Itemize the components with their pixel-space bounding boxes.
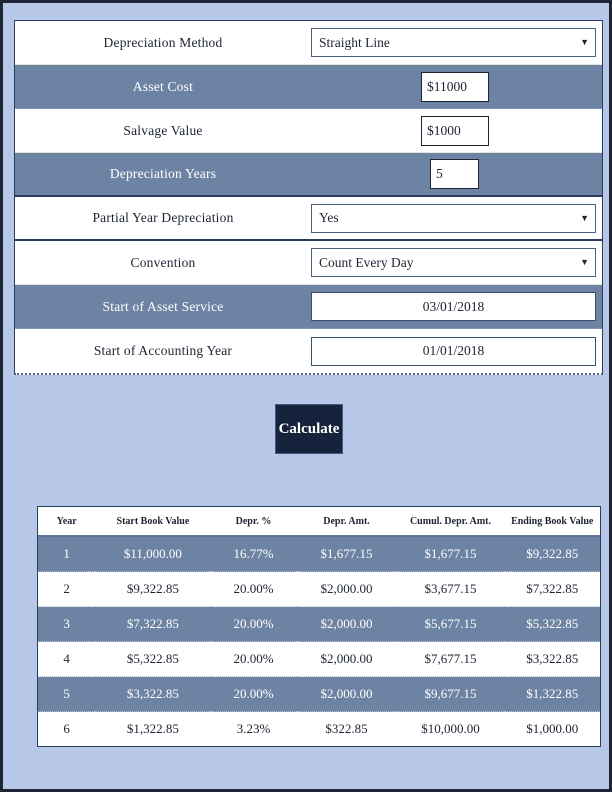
label-asset-cost: Asset Cost <box>132 78 194 94</box>
cell-start-book-value: $9,322.85 <box>95 571 211 607</box>
input-asset-cost[interactable]: $11000 <box>421 71 489 102</box>
chevron-down-icon: ▼ <box>580 257 589 267</box>
label-convention: Convention <box>130 254 196 270</box>
calculate-button[interactable]: Calculate <box>275 404 343 454</box>
chevron-down-icon: ▼ <box>580 37 589 47</box>
label-start-of-accounting-year: Start of Accounting Year <box>93 343 233 358</box>
column-header-depr-percent: Depr. % <box>210 507 297 537</box>
column-header-ending-book-value: Ending Book Value <box>504 507 600 537</box>
cell-depr-amount: $2,000.00 <box>296 676 397 712</box>
cell-start-book-value: $3,322.85 <box>95 676 211 712</box>
select-depreciation-method[interactable]: Straight Line ▼ <box>311 28 596 57</box>
cell-ending-book-value: $1,000.00 <box>504 711 600 746</box>
column-header-year: Year <box>38 507 96 537</box>
cell-start-book-value: $7,322.85 <box>95 606 211 642</box>
cell-year: 1 <box>38 536 96 572</box>
cell-year: 5 <box>38 676 96 712</box>
cell-depr-amount: $2,000.00 <box>296 606 397 642</box>
depreciation-schedule-table: Year Start Book Value Depr. % Depr. Amt.… <box>37 506 601 747</box>
cell-depr-percent: 16.77% <box>210 536 297 572</box>
form-row-depreciation-method: Depreciation Method Straight Line ▼ <box>15 21 602 65</box>
field-asset-cost: $11000 <box>311 71 602 102</box>
field-partial-year-depreciation: Yes ▼ <box>311 203 602 233</box>
table-header-row: Year Start Book Value Depr. % Depr. Amt.… <box>38 507 600 537</box>
cell-cumul-depr-amount: $3,677.15 <box>396 571 505 607</box>
column-header-cumul-depr-amount: Cumul. Depr. Amt. <box>396 507 505 537</box>
cell-ending-book-value: $5,322.85 <box>504 606 600 642</box>
table-row: 4 $5,322.85 20.00% $2,000.00 $7,677.15 $… <box>38 641 600 677</box>
table-row: 3 $7,322.85 20.00% $2,000.00 $5,677.15 $… <box>38 606 600 642</box>
table-head: Year Start Book Value Depr. % Depr. Amt.… <box>38 507 600 537</box>
table-row: 2 $9,322.85 20.00% $2,000.00 $3,677.15 $… <box>38 571 600 607</box>
cell-depr-amount: $2,000.00 <box>296 571 397 607</box>
table-row: 6 $1,322.85 3.23% $322.85 $10,000.00 $1,… <box>38 711 600 746</box>
cell-start-book-value: $1,322.85 <box>95 711 211 746</box>
cell-depr-amount: $322.85 <box>296 711 397 746</box>
table-body: 1 $11,000.00 16.77% $1,677.15 $1,677.15 … <box>38 536 600 746</box>
select-depreciation-method-value: Straight Line <box>319 34 390 50</box>
cell-start-book-value: $5,322.85 <box>95 641 211 677</box>
label-depreciation-method: Depreciation Method <box>103 34 223 50</box>
table-row: 5 $3,322.85 20.00% $2,000.00 $9,677.15 $… <box>38 676 600 712</box>
form-row-asset-cost: Asset Cost $11000 <box>15 65 602 109</box>
field-convention: Count Every Day ▼ <box>311 248 602 277</box>
cell-depr-amount: $2,000.00 <box>296 641 397 677</box>
input-salvage-value[interactable]: $1000 <box>421 115 489 146</box>
input-start-of-asset-service[interactable]: 03/01/2018 <box>311 292 596 321</box>
cell-depr-percent: 20.00% <box>210 676 297 712</box>
cell-depr-percent: 20.00% <box>210 641 297 677</box>
form-row-start-of-accounting-year: Start of Accounting Year 01/01/2018 <box>15 329 602 373</box>
cell-ending-book-value: $3,322.85 <box>504 641 600 677</box>
cell-cumul-depr-amount: $1,677.15 <box>396 536 505 572</box>
chevron-down-icon: ▼ <box>580 212 589 223</box>
cell-cumul-depr-amount: $7,677.15 <box>396 641 505 677</box>
cell-year: 3 <box>38 606 96 642</box>
label-partial-year-depreciation: Partial Year Depreciation <box>92 210 234 225</box>
form-row-salvage-value: Salvage Value $1000 <box>15 109 602 153</box>
label-salvage-value: Salvage Value <box>123 122 203 138</box>
field-salvage-value: $1000 <box>311 115 602 146</box>
select-convention[interactable]: Count Every Day ▼ <box>311 248 596 277</box>
cell-ending-book-value: $1,322.85 <box>504 676 600 712</box>
form-row-convention: Convention Count Every Day ▼ <box>15 241 602 285</box>
label-depreciation-years: Depreciation Years <box>109 166 217 181</box>
cell-ending-book-value: $7,322.85 <box>504 571 600 607</box>
cell-depr-percent: 3.23% <box>210 711 297 746</box>
cell-year: 6 <box>38 711 96 746</box>
field-start-of-asset-service: 03/01/2018 <box>311 292 602 321</box>
input-start-of-accounting-year[interactable]: 01/01/2018 <box>311 336 596 366</box>
cell-depr-amount: $1,677.15 <box>296 536 397 572</box>
calculator-page: Depreciation Method Straight Line ▼ Asse… <box>3 3 609 789</box>
cell-start-book-value: $11,000.00 <box>95 536 211 572</box>
field-depreciation-method: Straight Line ▼ <box>311 28 602 57</box>
select-partial-year-depreciation[interactable]: Yes ▼ <box>311 203 596 233</box>
label-start-of-asset-service: Start of Asset Service <box>102 298 224 314</box>
form-row-partial-year-depreciation: Partial Year Depreciation Yes ▼ <box>15 197 602 241</box>
depreciation-input-form: Depreciation Method Straight Line ▼ Asse… <box>14 20 603 375</box>
cell-ending-book-value: $9,322.85 <box>504 536 600 572</box>
column-header-start-book-value: Start Book Value <box>95 507 211 537</box>
cell-depr-percent: 20.00% <box>210 606 297 642</box>
cell-year: 4 <box>38 641 96 677</box>
select-partial-year-depreciation-value: Yes <box>319 210 339 225</box>
cell-cumul-depr-amount: $5,677.15 <box>396 606 505 642</box>
results-table: Year Start Book Value Depr. % Depr. Amt.… <box>38 507 600 746</box>
form-row-depreciation-years: Depreciation Years 5 <box>15 153 602 197</box>
column-header-depr-amount: Depr. Amt. <box>296 507 397 537</box>
cell-depr-percent: 20.00% <box>210 571 297 607</box>
field-depreciation-years: 5 <box>311 159 602 189</box>
cell-cumul-depr-amount: $9,677.15 <box>396 676 505 712</box>
field-start-of-accounting-year: 01/01/2018 <box>311 336 602 366</box>
table-row: 1 $11,000.00 16.77% $1,677.15 $1,677.15 … <box>38 536 600 572</box>
input-depreciation-years[interactable]: 5 <box>430 159 479 189</box>
form-row-start-of-asset-service: Start of Asset Service 03/01/2018 <box>15 285 602 329</box>
cell-year: 2 <box>38 571 96 607</box>
cell-cumul-depr-amount: $10,000.00 <box>396 711 505 746</box>
select-convention-value: Count Every Day <box>319 254 414 270</box>
